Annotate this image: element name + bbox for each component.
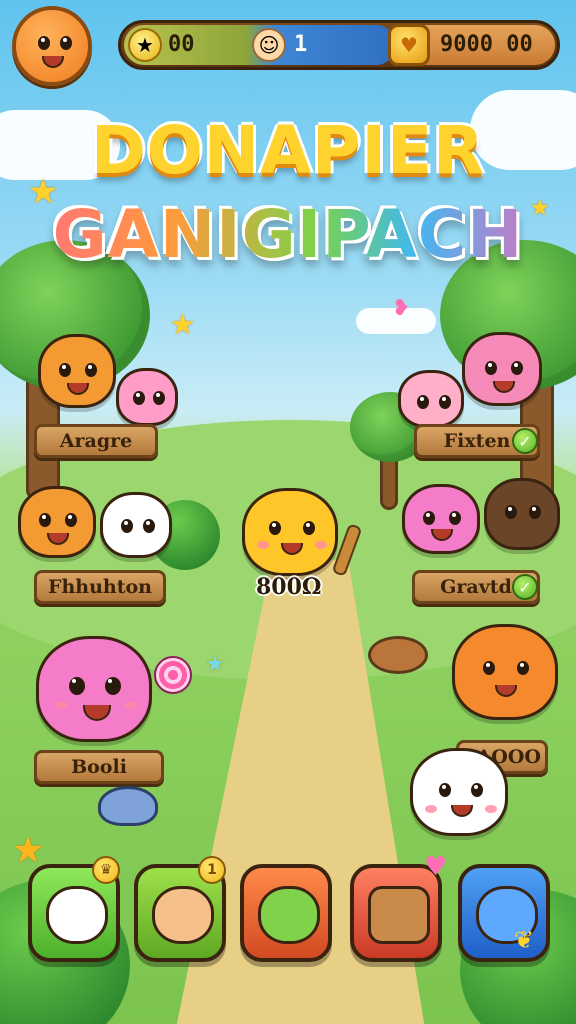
character-label: Aragre [59,430,133,452]
center-character-price: 800Ω [256,574,322,600]
character-sign-aragre[interactable]: Aragre [34,424,158,458]
coins-value: 00 [168,32,195,57]
character-label: Fhhuhton [47,576,152,598]
carrot-mole-icon [368,636,428,674]
cheek [315,541,327,549]
eye [439,783,451,797]
white-cat-character[interactable] [410,748,508,836]
cheek [55,701,67,709]
check-icon: ✓ [512,574,538,600]
mouth [47,533,69,545]
baby-face-icon: ☺ [252,28,286,62]
lollipop-icon [154,656,192,694]
mouth [495,685,517,697]
eye [471,783,483,797]
cheek [257,541,269,549]
cheek [125,701,137,709]
game-title-line1: DONAPIER [90,112,486,189]
pink-cat-character[interactable] [116,368,178,426]
character-label: Booli [71,756,127,778]
eye [69,677,85,695]
eye [505,505,517,519]
heart-icon: ♥ [424,852,448,882]
eye [121,519,133,533]
blue-bird-icon [98,786,158,826]
check-icon: ✓ [512,428,538,454]
eye [39,513,51,527]
eye [303,521,315,535]
game-title-line2: GANIGIPACH [0,196,576,273]
girl-icon [152,886,214,944]
character-sign-fhhuhton[interactable]: Fhhuhton [34,570,166,604]
brown-cat-character[interactable] [484,478,560,550]
mouth [431,529,453,541]
eye [105,677,121,695]
gold-coin-icon: ★ [128,28,162,62]
pink-cat-character[interactable] [402,484,480,554]
green-cat-icon [258,886,320,944]
eye [449,511,461,525]
eye [423,511,435,525]
eye [38,36,50,50]
slot-green-cat[interactable] [240,864,332,962]
eye [65,513,77,527]
mouth [67,383,89,395]
profile-avatar-button[interactable]: cat-face-icon [12,6,92,86]
panda-girl-character[interactable] [100,492,172,558]
eye [133,391,145,405]
yellow-cat-character[interactable] [242,488,338,576]
eye [269,521,281,535]
mouth [281,543,303,555]
slot-blue-cat[interactable] [458,864,550,962]
butterfly-icon: ❥ [392,296,411,321]
game-screen: ★ ★ ★ ★ ★ ❥ cat-face-icon ★ 00 ☺ 1 ♥ 900… [0,0,576,1024]
eye [511,361,523,375]
eye [439,395,451,409]
eye [153,391,165,405]
star-icon: ★ [205,652,225,677]
mouth [42,56,64,68]
mouth [493,381,515,393]
players-value: 1 [294,32,308,57]
orange-cat-character[interactable] [38,334,116,408]
eye [60,36,72,50]
cheek [485,805,497,813]
wooden-idol-icon [368,886,430,944]
cheek [425,805,437,813]
pink-lollipop-cat-character[interactable] [36,636,152,742]
heart-shield-icon: ♥ [388,24,430,66]
eye [417,395,429,409]
star-icon: ★ [12,830,45,871]
gems-value: 9000 00 [440,32,533,57]
pink-cat-character[interactable] [398,370,464,428]
eye [485,361,497,375]
eye [529,505,541,519]
orange-cat-character[interactable] [452,624,558,720]
mouth [83,705,111,721]
eye [483,661,495,675]
timer-badge-icon: 1 [198,856,226,884]
butterfly-icon: ❦ [514,926,535,954]
character-label: Fixten [443,430,511,452]
eye [143,519,155,533]
eye [59,363,71,377]
crown-badge-icon: ♛ [92,856,120,884]
eye [517,661,529,675]
pink-glasses-cat-character[interactable] [462,332,542,406]
eye [85,363,97,377]
white-cat-icon [46,886,108,944]
mouth [451,805,473,817]
character-label: Gravtd [440,576,512,598]
orange-cat-character[interactable] [18,486,96,558]
character-sign-booli[interactable]: Booli [34,750,164,784]
star-icon: ★ [170,308,196,341]
